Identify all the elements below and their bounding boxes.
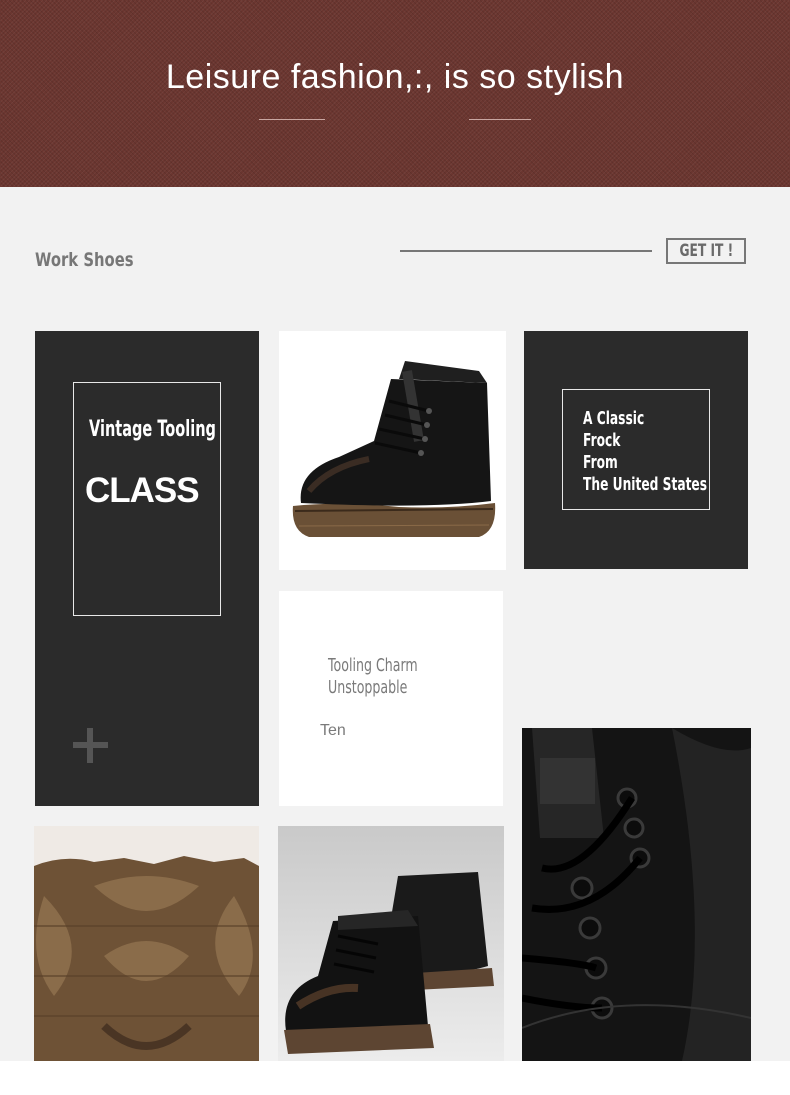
boot-detail-photo[interactable]	[522, 728, 751, 1061]
plus-icon	[73, 728, 108, 763]
sole-photo[interactable]	[34, 826, 259, 1061]
banner-rule-right	[469, 119, 531, 120]
charm-line-3: Ten	[320, 722, 346, 739]
section-title: Work Shoes	[35, 249, 134, 271]
boot-side-photo[interactable]	[279, 331, 506, 570]
get-it-button[interactable]: GET IT !	[666, 238, 746, 264]
classic-line-1: A Classic	[583, 408, 645, 429]
divider-line	[400, 250, 652, 252]
classic-line-3: From	[583, 452, 618, 473]
tile-classic-frock[interactable]: A Classic Frock From The United States	[524, 331, 748, 569]
boot-detail-image	[522, 728, 751, 1061]
class-label: CLASS	[85, 471, 200, 510]
banner-rule-left	[259, 119, 325, 120]
boot-side-image	[279, 331, 506, 570]
classic-line-4: The United States	[583, 474, 708, 495]
charm-line-1: Tooling Charm	[328, 655, 418, 676]
charm-line-2: Unstoppable	[328, 677, 408, 698]
get-it-label: GET IT !	[679, 241, 733, 261]
banner-title: Leisure fashion,:, is so stylish	[165, 58, 625, 96]
boot-pair-photo[interactable]	[278, 826, 504, 1061]
classic-line-2: Frock	[583, 430, 621, 451]
vintage-tooling-label: Vintage Tooling	[89, 417, 216, 442]
sole-image	[34, 826, 259, 1061]
boot-pair-image	[278, 826, 504, 1061]
tile-vintage-tooling[interactable]: Vintage Tooling CLASS	[35, 331, 259, 806]
header-banner: Leisure fashion,:, is so stylish	[0, 0, 790, 187]
tile-tooling-charm[interactable]: Tooling Charm Unstoppable Ten	[279, 591, 503, 806]
content-area: Work Shoes GET IT ! Vintage Tooling CLAS…	[0, 187, 790, 1061]
